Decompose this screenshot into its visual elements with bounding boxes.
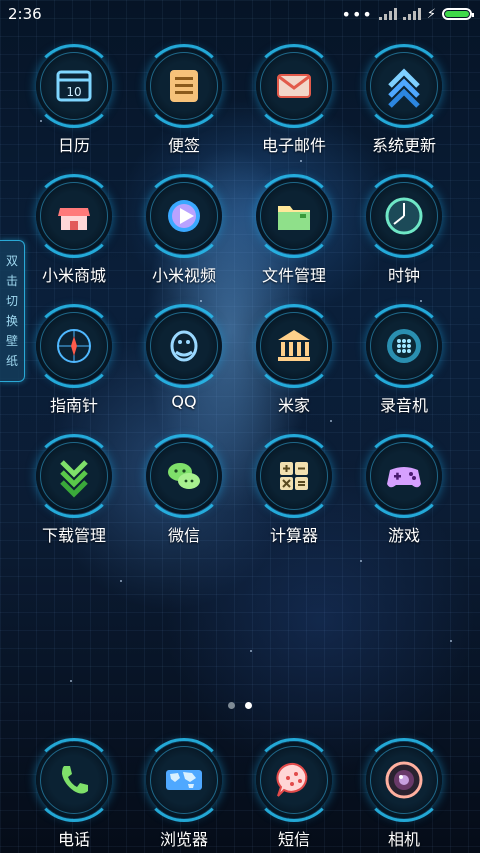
dock-app-camera[interactable]: 相机 [354,738,454,850]
video-play-icon [142,174,226,258]
app-clock[interactable]: 时钟 [354,174,454,286]
signal-2-icon [402,8,421,20]
phone-icon [32,738,116,822]
gamepad-icon [362,434,446,518]
app-label: 微信 [167,526,200,545]
email-icon [252,44,336,128]
app-label: 便签 [167,136,200,155]
notes-icon [142,44,226,128]
app-label: 电话 [57,830,90,849]
notification-more-icon: ••• [341,4,373,24]
app-qq[interactable]: QQ [134,304,234,411]
app-mijia[interactable]: 米家 [244,304,344,416]
wallpaper-switch-char: 击 [5,274,18,288]
app-email[interactable]: 电子邮件 [244,44,344,156]
signal-icon [378,8,397,20]
clock-icon [362,174,446,258]
page-dot-active[interactable] [245,702,252,709]
folder-icon [252,174,336,258]
app-system-update[interactable]: 系统更新 [354,44,454,156]
wallpaper-switch-char: 换 [5,314,18,328]
compass-icon [32,304,116,388]
app-label: 小米商城 [41,266,106,285]
camera-lens-icon [362,738,446,822]
home-building-icon [252,304,336,388]
message-bubble-icon [252,738,336,822]
app-label: 指南针 [49,396,98,415]
app-label: 录音机 [379,396,428,415]
status-time: 2:36 [8,5,42,23]
wallpaper-switch-tab[interactable]: 双 击 切 换 壁 纸 [0,240,25,382]
page-indicator [0,702,480,709]
app-label: 计算器 [269,526,318,545]
calculator-icon [252,434,336,518]
app-mi-video[interactable]: 小米视频 [134,174,234,286]
wallpaper-switch-char: 壁 [5,334,18,348]
app-label: 日历 [57,136,90,155]
app-label: 浏览器 [159,830,208,849]
app-label: 米家 [277,396,310,415]
app-label: 游戏 [387,526,420,545]
app-recorder[interactable]: 录音机 [354,304,454,416]
app-label: QQ [171,392,197,411]
app-label: 小米视频 [151,266,216,285]
wallpaper-switch-char: 切 [5,294,18,308]
charging-icon: ⚡ [426,6,436,22]
battery-icon [442,8,474,20]
app-label: 相机 [387,830,420,849]
app-calendar[interactable]: 10 日历 [24,44,124,156]
app-label: 时钟 [387,266,420,285]
svg-text:10: 10 [66,85,81,99]
dock-app-phone[interactable]: 电话 [24,738,124,850]
microphone-mesh-icon [362,304,446,388]
app-download-manager[interactable]: 下载管理 [24,434,124,546]
wechat-icon [142,434,226,518]
app-label: 下载管理 [41,526,106,545]
app-calculator[interactable]: 计算器 [244,434,344,546]
qq-penguin-icon [142,304,226,388]
dock-app-messages[interactable]: 短信 [244,738,344,850]
app-games[interactable]: 游戏 [354,434,454,546]
app-file-manager[interactable]: 文件管理 [244,174,344,286]
page-dot[interactable] [228,702,235,709]
app-label: 电子邮件 [261,136,326,155]
app-wechat[interactable]: 微信 [134,434,234,546]
app-label: 文件管理 [261,266,326,285]
dock-app-browser[interactable]: 浏览器 [134,738,234,850]
wallpaper-switch-char: 双 [5,254,18,268]
app-label: 系统更新 [371,136,436,155]
wallpaper-switch-char: 纸 [5,354,18,368]
app-label: 短信 [277,830,310,849]
app-notes[interactable]: 便签 [134,44,234,156]
status-bar: 2:36 ••• ⚡ [0,0,480,28]
system-update-icon [362,44,446,128]
globe-map-icon [142,738,226,822]
calendar-icon: 10 [32,44,116,128]
status-icons: ••• ⚡ [341,4,474,24]
download-icon [32,434,116,518]
app-mi-store[interactable]: 小米商城 [24,174,124,286]
store-icon [32,174,116,258]
app-compass[interactable]: 指南针 [24,304,124,416]
